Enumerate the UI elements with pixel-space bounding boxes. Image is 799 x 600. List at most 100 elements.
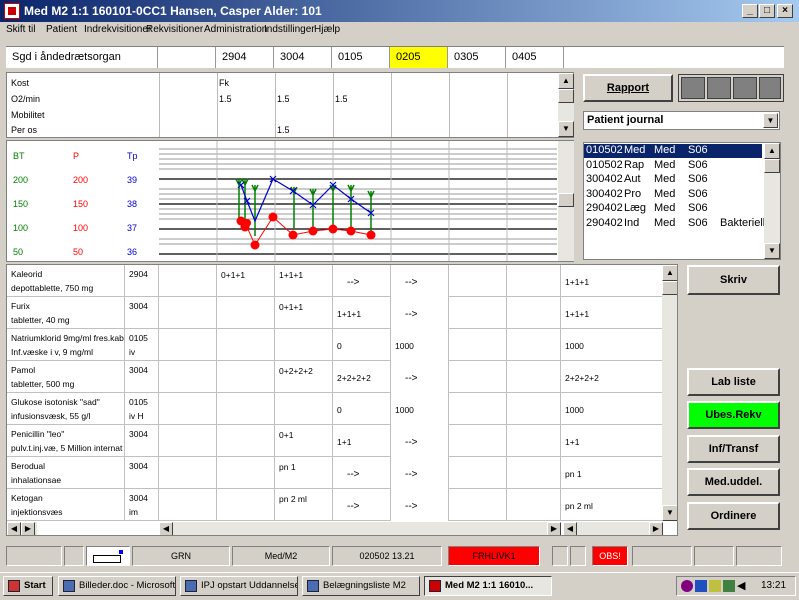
med-cell-7[interactable] <box>449 489 507 521</box>
med-cell-2[interactable] <box>159 457 217 489</box>
med-cell-4[interactable] <box>275 329 333 361</box>
close-button[interactable]: × <box>777 4 793 18</box>
tray-icon-4[interactable] <box>723 580 735 592</box>
tray-icon-2[interactable] <box>695 580 707 592</box>
med-cell-3[interactable] <box>217 361 275 393</box>
med-cell-4[interactable]: pn 1 <box>275 457 333 489</box>
scroll-down-icon[interactable]: ▼ <box>558 121 574 137</box>
med-cell-7[interactable] <box>449 265 507 297</box>
menu-rekvisitioner[interactable]: Rekvisitioner <box>146 24 203 35</box>
hscroll-right-icon-2[interactable]: ▶ <box>21 522 35 535</box>
ubes-rekv-button[interactable]: Ubes.Rekv <box>687 401 780 429</box>
journal-scrollbar[interactable]: ▲ ▼ <box>764 143 780 259</box>
hscroll-left-icon-3[interactable]: ◀ <box>563 522 577 535</box>
med-cell-6[interactable]: --> <box>391 425 449 457</box>
tray-icon-3[interactable] <box>709 580 721 592</box>
med-cell-3[interactable] <box>217 425 275 457</box>
minimize-button[interactable]: _ <box>742 4 758 18</box>
start-button[interactable]: Start <box>3 576 53 596</box>
tray-icon-1[interactable] <box>681 580 693 592</box>
menu-hjaelp[interactable]: Hjælp <box>314 24 340 35</box>
vitals-scroll-thumb[interactable] <box>558 193 574 207</box>
maximize-button[interactable]: □ <box>759 4 775 18</box>
med-cell-4[interactable] <box>275 393 333 425</box>
med-scroll-up-icon[interactable]: ▲ <box>662 265 677 281</box>
medication-row[interactable]: Ketogan injektionsvæs 3004 im pn 2 ml --> --> p… <box>7 489 663 521</box>
menu-indstillinger[interactable]: Indstillinger <box>264 24 315 35</box>
med-uddel-button[interactable]: Med.uddel. <box>687 468 780 496</box>
medication-row[interactable]: Glukose isotonisk "sad" infusionsvæsk, 55… <box>7 393 663 425</box>
date-col-3-today[interactable]: 0205 <box>390 47 448 68</box>
med-cell-8[interactable] <box>507 265 561 297</box>
menu-administration[interactable]: Administration <box>204 24 267 35</box>
med-cell-8[interactable] <box>507 489 561 521</box>
date-col-1[interactable]: 3004 <box>274 47 332 68</box>
med-scroll-down-icon[interactable]: ▼ <box>662 505 677 521</box>
med-scroll-thumb[interactable] <box>662 281 677 295</box>
med-cell-6[interactable]: --> <box>391 361 449 393</box>
journal-row[interactable]: 010502 Rap Med S06 <box>584 159 762 173</box>
med-scrollbar[interactable]: ▲ ▼ <box>662 265 677 521</box>
ordinere-button[interactable]: Ordinere <box>687 502 780 530</box>
med-cell-6[interactable]: --> <box>391 297 449 329</box>
med-cell-3[interactable] <box>217 393 275 425</box>
med-cell-3[interactable] <box>217 457 275 489</box>
scroll-up-icon[interactable]: ▲ <box>558 73 574 89</box>
med-cell-2[interactable] <box>159 329 217 361</box>
hscroll-right-icon[interactable]: ▶ <box>547 522 561 535</box>
med-cell-5[interactable]: --> <box>333 265 391 297</box>
med-cell-8[interactable] <box>507 425 561 457</box>
med-cell-7[interactable] <box>449 361 507 393</box>
medication-row[interactable]: Penicillin "leo" pulv.t.inj.væ, 5 Million… <box>7 425 663 457</box>
hscroll-left-icon[interactable]: ◀ <box>159 522 173 535</box>
scroll-thumb[interactable] <box>558 89 574 103</box>
med-cell-2[interactable] <box>159 297 217 329</box>
date-col-0[interactable]: 2904 <box>216 47 274 68</box>
med-cell-5[interactable]: 1+1 <box>333 425 391 457</box>
task-belaegningsliste[interactable]: Belægningsliste M2 <box>302 576 420 596</box>
journal-row[interactable]: 010502 Med Med S06 <box>584 144 762 158</box>
vitals-scrollbar[interactable] <box>558 141 574 261</box>
med-cell-8[interactable] <box>507 361 561 393</box>
journal-row[interactable]: 300402 Pro Med S06 <box>584 188 762 202</box>
lab-liste-button[interactable]: Lab liste <box>687 368 780 396</box>
med-cell-6[interactable]: --> <box>391 489 449 521</box>
med-cell-4[interactable]: 1+1+1 <box>275 265 333 297</box>
med-cell-5[interactable]: 0 <box>333 329 391 361</box>
chevron-down-icon[interactable]: ▼ <box>763 113 778 128</box>
journal-row[interactable]: 300402 Aut Med S06 <box>584 173 762 187</box>
rapport-button[interactable]: Rapport <box>583 74 673 102</box>
task-word-doc[interactable]: Billeder.doc - Microsoft ... <box>58 576 176 596</box>
date-col-2[interactable]: 0105 <box>332 47 390 68</box>
med-cell-6[interactable]: --> <box>391 457 449 489</box>
menu-indrekvisitioner[interactable]: Indrekvisitioner <box>84 24 151 35</box>
med-cell-8[interactable] <box>507 457 561 489</box>
med-cell-7[interactable] <box>449 297 507 329</box>
hscroll-left-icon-2[interactable]: ◀ <box>7 522 21 535</box>
task-ipj-opstart[interactable]: IPJ opstart Uddannelse <box>180 576 298 596</box>
med-cell-6[interactable]: --> <box>391 265 449 297</box>
med-cell-2[interactable] <box>159 425 217 457</box>
task-med-m2-active[interactable]: Med M2 1:1 16010... <box>424 576 552 596</box>
med-cell-5[interactable]: 2+2+2+2 <box>333 361 391 393</box>
med-cell-2[interactable] <box>159 489 217 521</box>
date-col-4[interactable]: 0305 <box>448 47 506 68</box>
med-cell-5[interactable]: --> <box>333 457 391 489</box>
speaker-icon[interactable]: ◀ <box>737 580 749 592</box>
journal-scroll-up-icon[interactable]: ▲ <box>764 143 780 159</box>
status-window-icon[interactable] <box>86 546 130 566</box>
journal-scroll-down-icon[interactable]: ▼ <box>764 243 780 259</box>
med-cell-4[interactable]: 0+1+1 <box>275 297 333 329</box>
med-cell-4[interactable]: pn 2 ml <box>275 489 333 521</box>
medication-row[interactable]: Berodual inhalationsae 3004 pn 1 --> --> pn 1 <box>7 457 663 489</box>
date-col-5[interactable]: 0405 <box>506 47 564 68</box>
med-cell-8[interactable] <box>507 297 561 329</box>
hscroll-right-icon-3[interactable]: ▶ <box>649 522 663 535</box>
skriv-button[interactable]: Skriv <box>687 265 780 295</box>
journal-row[interactable]: 290402 Ind Med S06 Bakterielle <box>584 217 771 231</box>
menu-patient[interactable]: Patient <box>46 24 77 35</box>
med-cell-3[interactable] <box>217 329 275 361</box>
journal-scroll-thumb[interactable] <box>764 159 780 173</box>
medication-row[interactable]: Furix tabletter, 40 mg 3004 0+1+1 1+1+1 --> 1+… <box>7 297 663 329</box>
journal-select[interactable]: Patient journal ▼ <box>583 111 780 130</box>
